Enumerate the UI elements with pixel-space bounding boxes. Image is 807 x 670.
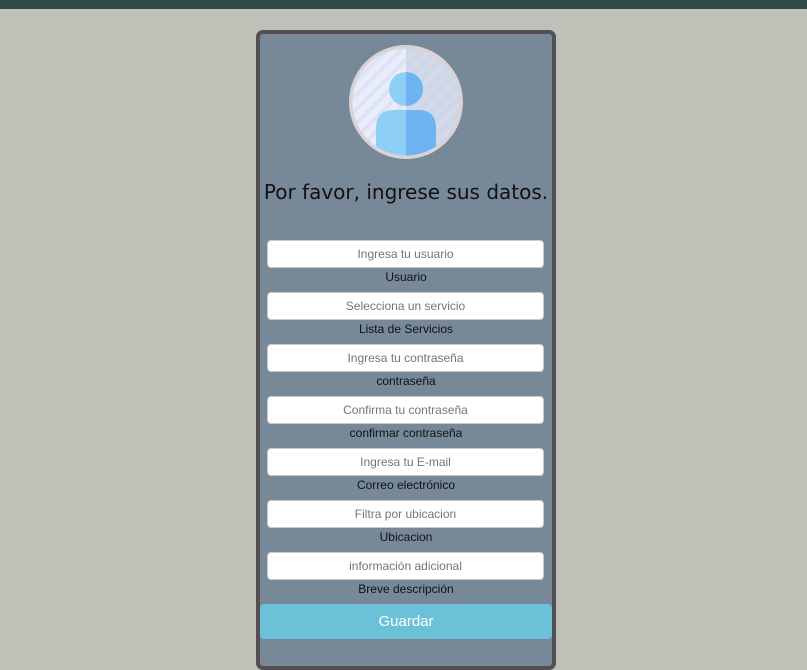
password-label: contraseña [376, 374, 436, 388]
service-field-group: Lista de Servicios [267, 292, 545, 336]
email-label: Correo electrónico [356, 478, 456, 492]
email-input[interactable] [267, 448, 544, 476]
username-label: Usuario [385, 270, 427, 284]
password-field-group: contraseña [267, 344, 545, 388]
location-input[interactable] [267, 500, 544, 528]
confirm-password-input[interactable] [267, 396, 544, 424]
registration-form: Por favor, ingrese sus datos. Usuario Li… [256, 30, 556, 670]
email-field-group: Correo electrónico [267, 448, 545, 492]
top-bar [0, 0, 807, 9]
location-field-group: Ubicacion [267, 500, 545, 544]
description-label: Breve descripción [358, 582, 454, 596]
description-input[interactable] [267, 552, 544, 580]
service-input[interactable] [267, 292, 544, 320]
username-input[interactable] [267, 240, 544, 268]
save-button[interactable]: Guardar [260, 604, 552, 639]
username-field-group: Usuario [267, 240, 545, 284]
user-avatar-icon [348, 44, 464, 160]
location-label: Ubicacion [379, 530, 433, 544]
service-label: Lista de Servicios [358, 322, 454, 336]
form-title: Por favor, ingrese sus datos. [263, 180, 549, 204]
password-input[interactable] [267, 344, 544, 372]
description-field-group: Breve descripción [267, 552, 545, 596]
confirm-password-label: confirmar contraseña [349, 426, 463, 440]
confirm-password-field-group: confirmar contraseña [267, 396, 545, 440]
